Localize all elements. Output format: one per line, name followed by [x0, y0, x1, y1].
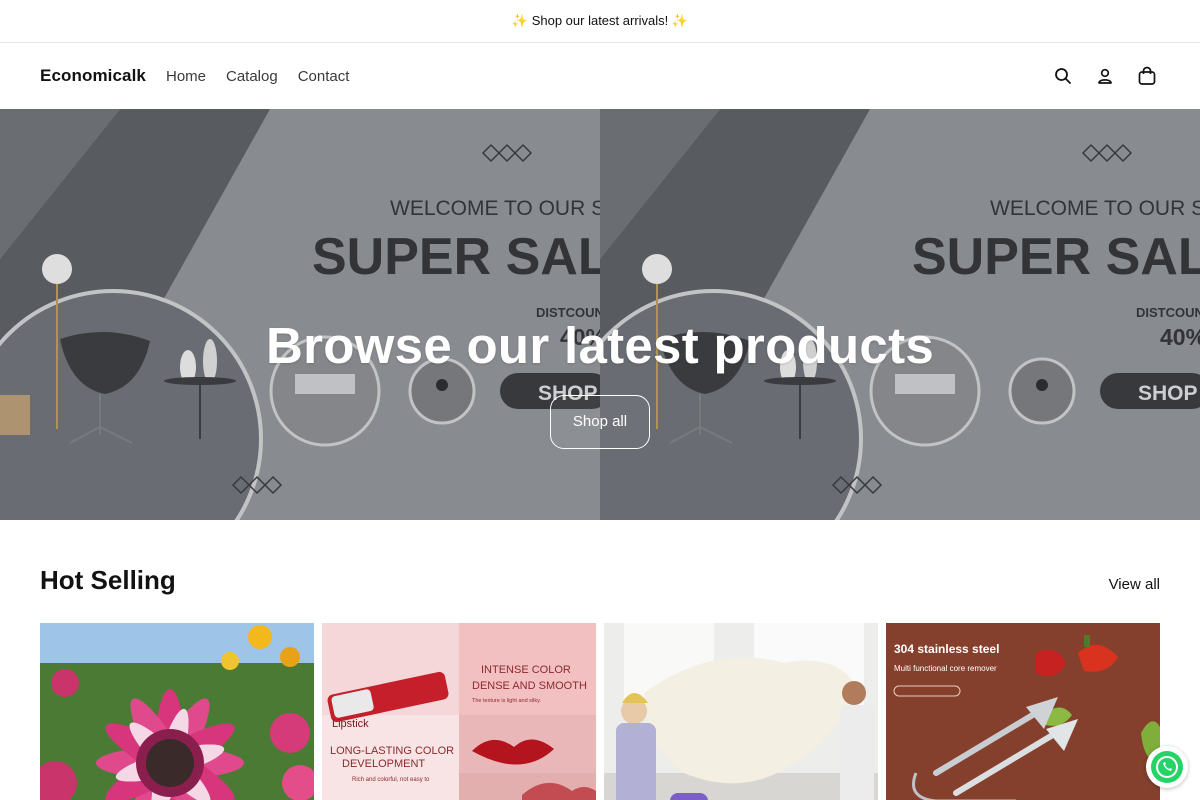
svg-text:DEVELOPMENT: DEVELOPMENT [342, 758, 425, 770]
hero-title: Browse our latest products [265, 317, 935, 374]
account-icon[interactable] [1094, 65, 1116, 87]
svg-text:Multi functional core remover: Multi functional core remover [894, 664, 997, 673]
announcement-bar: ✨ Shop our latest arrivals! ✨ [0, 0, 1200, 43]
svg-text:DENSE AND SMOOTH: DENSE AND SMOOTH [472, 680, 587, 692]
hero-overlay [0, 109, 1200, 520]
nav-home[interactable]: Home [166, 68, 206, 85]
product-card-sunflower[interactable] [40, 623, 314, 800]
product-card-bedding[interactable] [604, 623, 878, 800]
product-grid: Lipstick INTENSE COLOR DENSE AND SMOOTH … [0, 623, 1200, 800]
section-title: Hot Selling [40, 565, 176, 595]
nav-catalog[interactable]: Catalog [226, 68, 278, 85]
svg-text:Lipstick: Lipstick [332, 718, 369, 730]
nav-contact[interactable]: Contact [298, 68, 350, 85]
sunflower-image [40, 623, 314, 800]
site-header: Economicalk Home Catalog Contact [0, 43, 1200, 109]
core-remover-image: 304 stainless steel Multi functional cor… [886, 623, 1160, 800]
search-icon[interactable] [1052, 65, 1074, 87]
svg-text:LONG-LASTING COLOR: LONG-LASTING COLOR [330, 745, 454, 757]
hot-selling-header: Hot Selling View all [0, 565, 1200, 596]
hero-banner: SHOP N WELCOME TO OUR ST SUPER SAL DISTC… [0, 109, 1200, 520]
product-card-core-remover[interactable]: 304 stainless steel Multi functional cor… [886, 623, 1160, 800]
hero-content: Browse our latest products Shop all [0, 316, 1200, 449]
product-card-lipstick[interactable]: Lipstick INTENSE COLOR DENSE AND SMOOTH … [322, 623, 596, 800]
header-icons [1052, 65, 1158, 87]
whatsapp-chat-button[interactable] [1146, 746, 1188, 788]
whatsapp-icon [1151, 751, 1183, 783]
cart-icon[interactable] [1136, 65, 1158, 87]
store-logo[interactable]: Economicalk [40, 66, 146, 86]
svg-text:The texture is light and silky: The texture is light and silky. [472, 698, 541, 704]
bedding-image [604, 623, 878, 800]
lipstick-image: Lipstick INTENSE COLOR DENSE AND SMOOTH … [322, 623, 596, 800]
shop-all-button[interactable]: Shop all [550, 395, 650, 449]
main-nav: Home Catalog Contact [166, 68, 349, 85]
svg-text:304 stainless steel: 304 stainless steel [894, 642, 999, 656]
svg-text:INTENSE COLOR: INTENSE COLOR [481, 664, 571, 676]
svg-text:Rich and colorful, not easy to: Rich and colorful, not easy to [352, 777, 430, 783]
announcement-text: ✨ Shop our latest arrivals! ✨ [511, 13, 689, 28]
view-all-link[interactable]: View all [1109, 576, 1160, 593]
